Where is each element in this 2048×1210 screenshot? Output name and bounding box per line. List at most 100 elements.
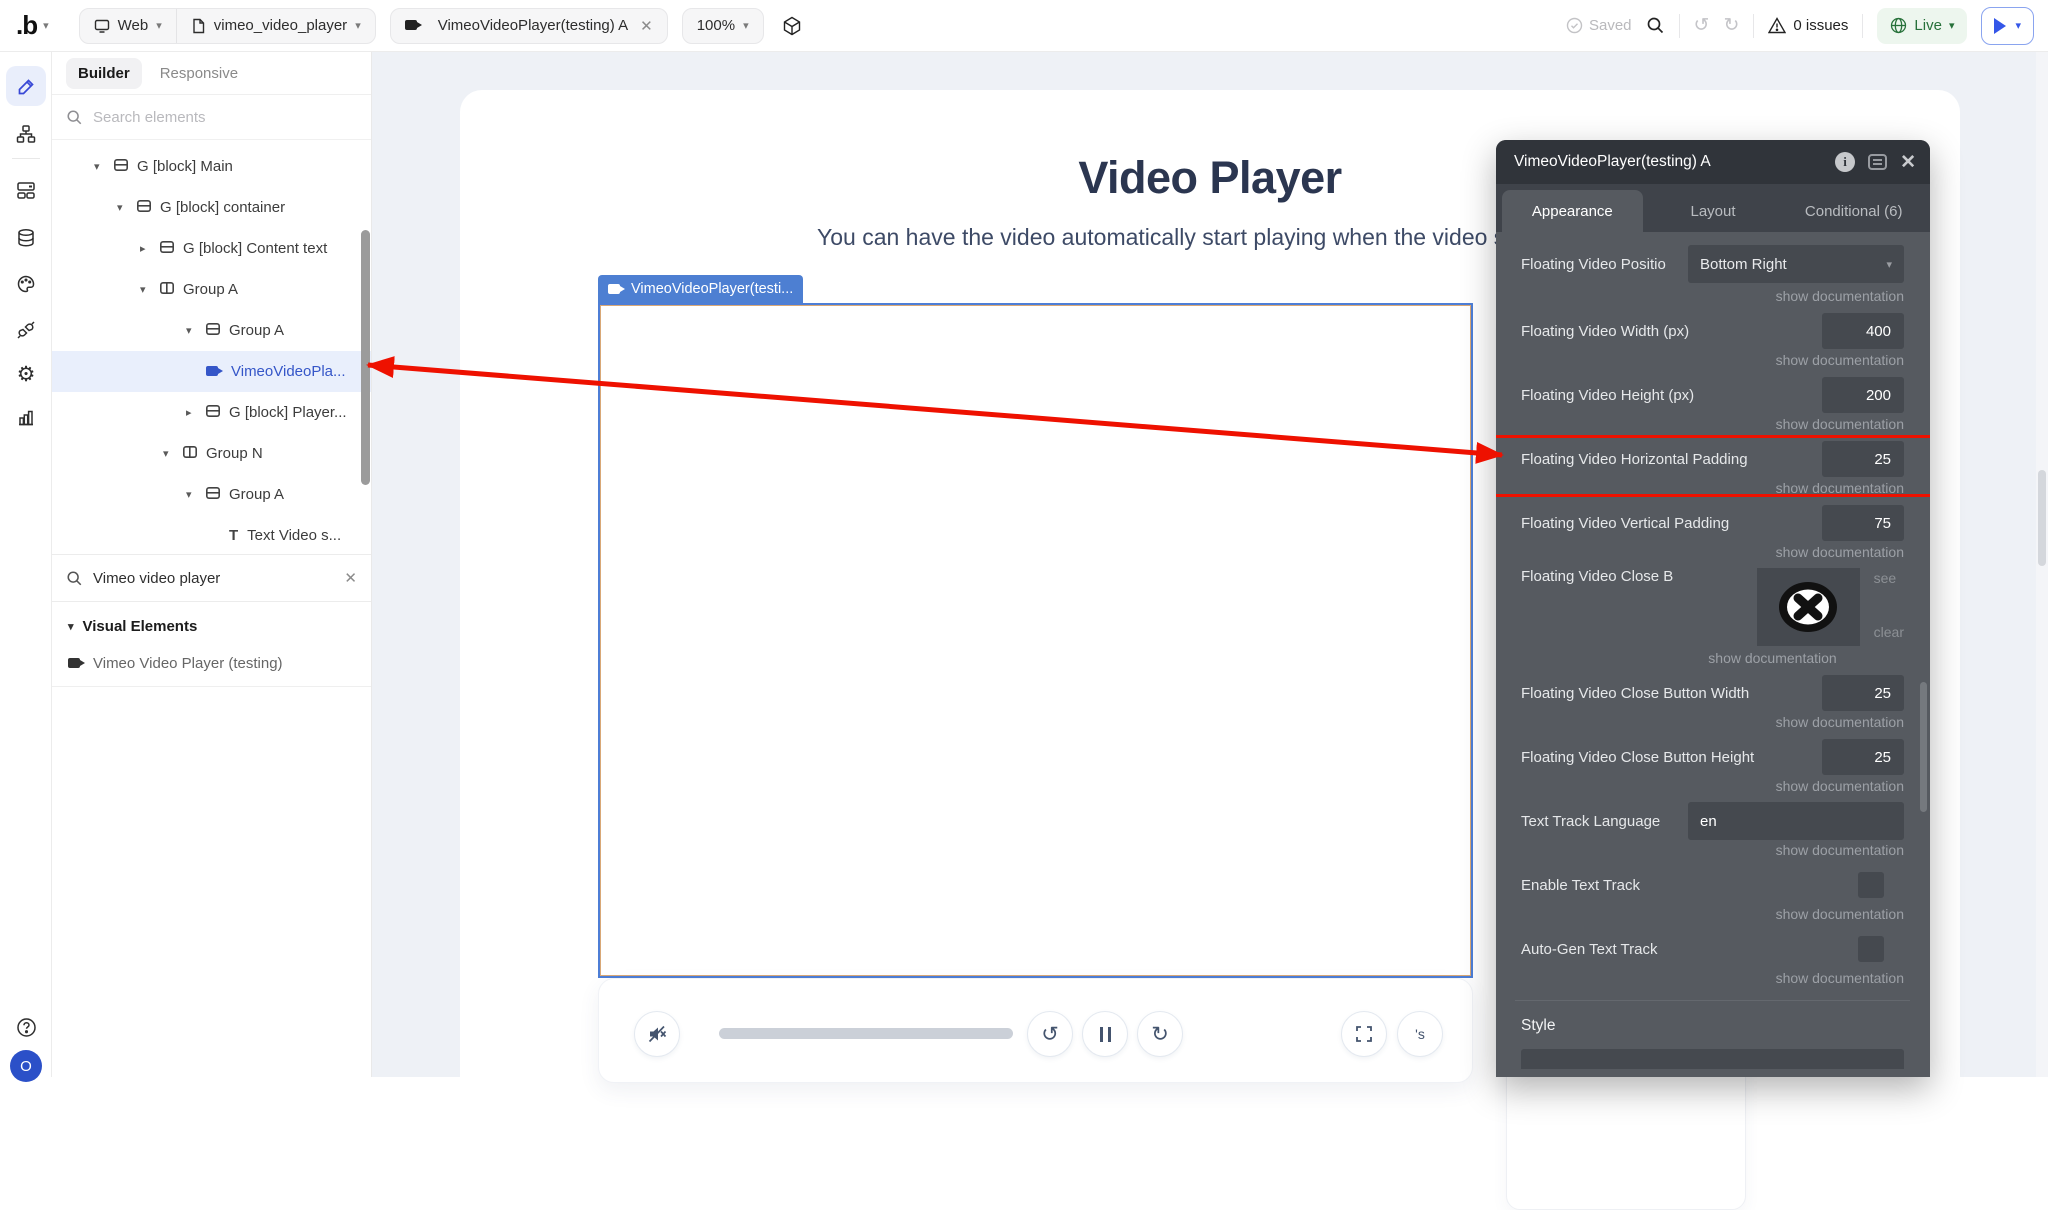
palette-icon[interactable] [6, 264, 46, 304]
blocks-icon[interactable] [6, 170, 46, 210]
show-documentation-link[interactable]: show documentation [1521, 478, 1904, 496]
chevron-down-icon: ▾ [43, 20, 49, 32]
video-player-element[interactable] [598, 303, 1473, 978]
forward-icon: ↻ [1151, 1022, 1169, 1046]
tree-scrollbar[interactable] [361, 230, 370, 485]
show-documentation-link[interactable]: show documentation [1521, 414, 1904, 432]
close-button-height-input[interactable] [1822, 739, 1904, 775]
undo-icon[interactable]: ↺ [1694, 14, 1710, 37]
vertical-padding-input[interactable] [1822, 505, 1904, 541]
close-button-width-input[interactable] [1822, 675, 1904, 711]
show-documentation-link[interactable]: show documentation [1521, 840, 1904, 858]
info-icon[interactable]: i [1835, 152, 1856, 172]
preview-play-button[interactable]: ▾ [1981, 6, 2034, 45]
text-track-language-input[interactable] [1688, 802, 1904, 840]
tree-row[interactable]: T Text Video s... [52, 515, 371, 554]
enable-text-track-checkbox[interactable] [1858, 872, 1884, 898]
page-scrollbar[interactable] [2036, 52, 2048, 1077]
issues-indicator[interactable]: 0 issues [1768, 17, 1848, 34]
page-selector[interactable]: vimeo_video_player ▾ [175, 8, 375, 43]
chevron-down-icon: ▾ [1948, 20, 1955, 32]
style-input[interactable] [1521, 1049, 1904, 1069]
video-icon [68, 655, 85, 672]
show-documentation-link[interactable]: show documentation [1521, 286, 1904, 304]
see-link[interactable]: see [1874, 570, 1904, 586]
position-select[interactable]: Bottom Right ▾ [1688, 245, 1904, 283]
inspector-scrollbar-thumb[interactable] [1920, 682, 1927, 812]
component-search-field[interactable]: Vimeo video player ✕ [52, 554, 371, 602]
pause-button[interactable] [1082, 1011, 1128, 1057]
forward-button[interactable]: ↻ [1137, 1011, 1183, 1057]
inspector-tabs: Appearance Layout Conditional (6) [1496, 184, 1930, 232]
help-icon[interactable] [6, 1007, 46, 1047]
open-component-tab[interactable]: VimeoVideoPlayer(testing) A ✕ [389, 7, 668, 44]
redo-icon[interactable]: ↻ [1723, 14, 1739, 37]
width-input[interactable] [1822, 313, 1904, 349]
issues-label: 0 issues [1793, 17, 1849, 34]
avatar[interactable]: O [10, 1050, 42, 1082]
visual-elements-section[interactable]: ▾ Visual Elements [52, 602, 371, 645]
live-label: Live [1914, 17, 1942, 34]
tab-builder[interactable]: Builder [66, 57, 142, 89]
field-enable-text-track: Enable Text Track show documentation [1521, 866, 1904, 922]
close-button-image-thumbnail[interactable] [1756, 568, 1860, 646]
live-button[interactable]: Live ▾ [1877, 7, 1968, 44]
tree-row[interactable]: ▸ G [block] Content text [52, 228, 371, 269]
fullscreen-button[interactable] [1341, 1011, 1387, 1057]
inspector-body: Floating Video Positio Bottom Right ▾ sh… [1496, 232, 1930, 1077]
plug-icon[interactable] [6, 310, 46, 350]
top-toolbar: .b ▾ Web ▾ vimeo_video_player ▾ VimeoVid… [0, 0, 2048, 52]
search-elements-field[interactable]: Search elements [52, 95, 371, 140]
tree-row[interactable]: ▾ Group A [52, 269, 371, 310]
show-documentation-link[interactable]: show documentation [1521, 350, 1904, 368]
progress-bar[interactable] [719, 1028, 1013, 1039]
cube-icon[interactable] [782, 16, 802, 36]
divider [1515, 1000, 1910, 1001]
show-documentation-link[interactable]: show documentation [1521, 648, 1904, 666]
height-input[interactable] [1822, 377, 1904, 413]
tab-appearance[interactable]: Appearance [1502, 190, 1643, 232]
builder-logo[interactable]: .b ▾ [16, 10, 49, 41]
show-documentation-link[interactable]: show documentation [1521, 712, 1904, 730]
auto-gen-text-track-checkbox[interactable] [1858, 936, 1884, 962]
comment-icon[interactable] [1868, 154, 1888, 170]
tree-row[interactable]: ▾ G [block] container [52, 187, 371, 228]
page-scrollbar-thumb[interactable] [2038, 470, 2046, 566]
tab-responsive[interactable]: Responsive [148, 58, 250, 89]
database-icon[interactable] [6, 218, 46, 258]
clear-search-icon[interactable]: ✕ [344, 569, 357, 587]
field-floating-video-horizontal-padding: Floating Video Horizontal Padding show d… [1496, 435, 1930, 497]
show-documentation-link[interactable]: show documentation [1521, 542, 1904, 560]
close-icon[interactable]: ✕ [1900, 151, 1916, 174]
tree-row[interactable]: ▾ Group A [52, 474, 371, 515]
builder-logo-icon: .b [16, 10, 38, 40]
settings-gear-icon[interactable]: ⚙ [6, 354, 46, 394]
tree-row-selected[interactable]: VimeoVideoPla... [52, 351, 371, 392]
sitemap-icon[interactable] [6, 114, 46, 154]
show-documentation-link[interactable]: show documentation [1521, 776, 1904, 794]
tab-layout[interactable]: Layout [1643, 190, 1784, 232]
show-documentation-link[interactable]: show documentation [1521, 968, 1904, 986]
video-icon [404, 17, 422, 34]
tree-row[interactable]: ▾ G [block] Main [52, 146, 371, 187]
close-tab-icon[interactable]: ✕ [640, 17, 653, 35]
bar-chart-icon[interactable] [6, 397, 46, 437]
mute-button[interactable] [634, 1011, 680, 1057]
component-item-vimeo-player[interactable]: Vimeo Video Player (testing) [52, 645, 371, 687]
player-controls-bar: ↺ ↻ 's [598, 978, 1473, 1083]
clear-link[interactable]: clear [1874, 624, 1904, 640]
search-icon[interactable] [1646, 16, 1665, 35]
chevron-down-icon: ▾ [355, 20, 361, 32]
tab-conditional[interactable]: Conditional (6) [1783, 190, 1924, 232]
rewind-button[interactable]: ↺ [1027, 1011, 1073, 1057]
selection-tag[interactable]: VimeoVideoPlayer(testi... [598, 275, 804, 303]
tree-row[interactable]: ▾ Group N [52, 433, 371, 474]
show-documentation-link[interactable]: show documentation [1521, 904, 1904, 922]
device-selector[interactable]: Web ▾ [80, 9, 176, 43]
zoom-selector[interactable]: 100% ▾ [681, 7, 764, 44]
horizontal-padding-input[interactable] [1822, 441, 1904, 477]
tree-row[interactable]: ▸ G [block] Player... [52, 392, 371, 433]
edit-pencil-icon[interactable] [6, 66, 46, 106]
tree-row[interactable]: ▾ Group A [52, 310, 371, 351]
playback-speed-button[interactable]: 's [1397, 1011, 1443, 1057]
